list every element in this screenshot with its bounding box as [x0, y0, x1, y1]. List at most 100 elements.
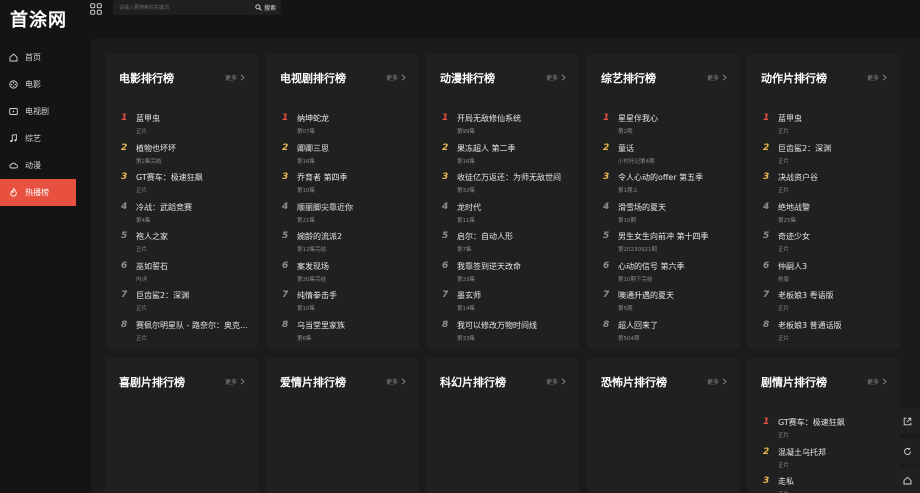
list-item[interactable]: 6 仲嗣人3 抢版 [761, 260, 891, 290]
more-link[interactable]: 更多 [707, 73, 727, 82]
more-link[interactable]: 更多 [867, 377, 887, 386]
more-label: 更多 [545, 379, 558, 386]
list-item[interactable]: 2 果冻超人 第二季 第16集 [440, 142, 570, 172]
list-item[interactable]: 4 冷战：武蹈竞赛 第4集 [119, 201, 249, 231]
list-item[interactable]: 2 童话 小村托记第4期 [601, 142, 731, 172]
rank-number: 1 [603, 113, 610, 123]
list-item[interactable]: 3 收徒亿万返还：为师无敌世间 第32集 [440, 171, 570, 201]
apps-grid-icon[interactable] [90, 3, 102, 15]
list-item[interactable]: 5 男生女生向前冲 第十四季 第20230921期 [601, 230, 731, 260]
rank-number: 4 [603, 201, 610, 212]
more-link[interactable]: 更多 [867, 73, 887, 82]
list-item[interactable]: 4 顺丽脚尖靠近你 第21集 [280, 201, 410, 231]
list-item[interactable]: 1 星星伴我心 第2期 [601, 112, 731, 142]
rank-number: 7 [603, 290, 610, 300]
list-item[interactable]: 8 我可以修改万物时间线 第33集 [440, 319, 570, 349]
list-item[interactable]: 1 纳坤蛇龙 第07集 [280, 112, 410, 142]
list-item[interactable]: 8 老板娘3 普通话版 正片 [761, 319, 891, 349]
list-item[interactable]: 3 令人心动的offer 第五季 第1期上 [601, 171, 731, 201]
list-item[interactable]: 2 混凝土乌托邦 正片 [761, 446, 891, 476]
tv-icon [9, 108, 18, 115]
list-item[interactable]: 5 奇迹少女 正片 [761, 230, 891, 260]
list-item[interactable]: 2 植物也坏坏 第2集完结 [119, 142, 249, 172]
rank-title: 我可以修改万物时间线 [457, 320, 537, 330]
list-item[interactable]: 1 蓝甲虫 正片 [119, 112, 249, 142]
more-link[interactable]: 更多 [386, 73, 406, 82]
rank-number: 3 [282, 172, 289, 182]
sidebar-item-label: 首页 [25, 53, 41, 62]
rank-card: 剧情片排行榜更多1GT赛车：极速狂飙正片2混凝土乌托邦正片3走私正片 [747, 358, 900, 493]
sidebar-item-label: 电视剧 [25, 107, 49, 116]
site-logo[interactable]: 首涂网 [10, 6, 67, 32]
search-button[interactable]: 搜索 [255, 1, 276, 14]
list-item[interactable]: 4 滑雪场的夏天 第10期 [601, 201, 731, 231]
list-item[interactable]: 1 蓝甲虫 正片 [761, 112, 891, 142]
list-item[interactable]: 7 纯情拳击手 第10集 [280, 289, 410, 319]
rank-number: 4 [763, 201, 770, 212]
sidebar-item-home[interactable]: 首页 [0, 44, 76, 71]
list-item[interactable]: 6 巫如誓石 内详 [119, 260, 249, 290]
rank-card: 科幻片排行榜 更多 [426, 358, 579, 493]
list-item[interactable]: 7 巨齿鲨2：深渊 正片 [119, 289, 249, 319]
list-item[interactable]: 5 启尔：自动人形 第7集 [440, 230, 570, 260]
list-item[interactable]: 5 袍人之家 正片 [119, 230, 249, 260]
search-input[interactable] [119, 2, 239, 13]
list-item[interactable]: 4 绝地战警 第25集 [761, 201, 891, 231]
list-item[interactable]: 3 乔育者 第四季 第10集 [280, 171, 410, 201]
sidebar-item-hot-rank[interactable]: 热播榜 [0, 179, 76, 206]
list-item[interactable]: 2 巨齿鲨2：深渊 正片 [761, 142, 891, 172]
list-item[interactable]: 3 决战资户谷 正片 [761, 171, 891, 201]
more-link[interactable]: 更多 [225, 377, 245, 386]
rank-card: 动作片排行榜 更多 1 蓝甲虫 正片 2 巨齿鲨2：深渊 正片 3 决战资户谷 正片 4 绝地战警 第25… [747, 54, 900, 349]
more-link[interactable]: 更多 [225, 73, 245, 82]
rank-title: 纳坤蛇龙 [297, 114, 329, 123]
rank-number: 4 [442, 201, 449, 212]
app-root: 首涂网 搜索 [0, 0, 920, 493]
list-item[interactable]: 8 赛佩尔明星队 - 路奈尔：奥克... 正片 [119, 319, 249, 349]
sidebar-item-tv[interactable]: 电视剧 [0, 98, 76, 125]
sidebar-item-movies[interactable]: 电影 [0, 71, 76, 98]
rank-card: 电影排行榜 更多 1 蓝甲虫 正片 2 植物也坏坏 第2集完结 3 GT赛车：极速狂飙 正片 4 冷战：… [105, 54, 258, 349]
list-item[interactable]: 4 龙时代 第11集 [440, 201, 570, 231]
list-item[interactable]: 1 开局无敌修仙系统 第99集 [440, 112, 570, 142]
rank-card-title: 电影排行榜 [119, 72, 174, 85]
rank-title: 赛佩尔明星队 - 路奈尔：奥克... [136, 320, 248, 330]
list-item[interactable]: 3 GT赛车：极速狂飙 正片 [119, 171, 249, 201]
more-label: 更多 [706, 379, 719, 386]
more-link[interactable]: 更多 [707, 377, 727, 386]
rank-episode: 第99集 [457, 129, 475, 135]
list-item[interactable]: 8 乌当堂里家族 第6集 [280, 319, 410, 349]
rank-title: 袍人之家 [136, 232, 168, 241]
list-item[interactable]: 6 心动的信号 第六季 第10期下完结 [601, 260, 731, 290]
chevron-right-icon [240, 378, 245, 385]
list-item[interactable]: 2 卿卿三思 第16集 [280, 142, 410, 172]
sidebar-item-variety[interactable]: 综艺 [0, 125, 76, 152]
sidebar-item-anime[interactable]: 动漫 [0, 152, 76, 179]
rank-episode: 正片 [136, 129, 148, 135]
list-item[interactable]: 8 超人回来了 第504期 [601, 319, 731, 349]
more-label: 更多 [224, 75, 237, 82]
rank-card-title: 恐怖片排行榜 [601, 376, 667, 389]
list-item[interactable]: 7 老板娘3 粤语版 正片 [761, 289, 891, 319]
more-link[interactable]: 更多 [546, 73, 566, 82]
float-home-button[interactable] [894, 467, 920, 493]
rank-card: 恐怖片排行榜 更多 [587, 358, 740, 493]
list-item[interactable]: 6 我靠签到逆天改命 第33集 [440, 260, 570, 290]
list-item[interactable]: 6 案发现场 第30集完结 [280, 260, 410, 290]
more-label: 更多 [706, 75, 719, 82]
list-item[interactable]: 1 GT赛车：极速狂飙 正片 [761, 416, 891, 446]
sidebar-item-label: 动漫 [25, 161, 41, 170]
rank-number: 6 [603, 260, 610, 271]
more-link[interactable]: 更多 [546, 377, 566, 386]
list-item[interactable]: 7 墨玄师 第14集 [440, 289, 570, 319]
float-refresh-button[interactable] [894, 438, 920, 464]
search-button-label: 搜索 [263, 5, 276, 12]
rank-number: 1 [442, 113, 449, 123]
list-item[interactable]: 3走私正片 [761, 475, 891, 493]
chevron-right-icon [240, 74, 245, 81]
list-item[interactable]: 7 噢通升遇的夏天 第5期 [601, 289, 731, 319]
more-link[interactable]: 更多 [386, 377, 406, 386]
float-share-button[interactable] [894, 408, 920, 434]
rank-title: 开局无敌修仙系统 [457, 114, 521, 123]
list-item[interactable]: 5 婉龄的流派2 第12集完结 [280, 230, 410, 260]
